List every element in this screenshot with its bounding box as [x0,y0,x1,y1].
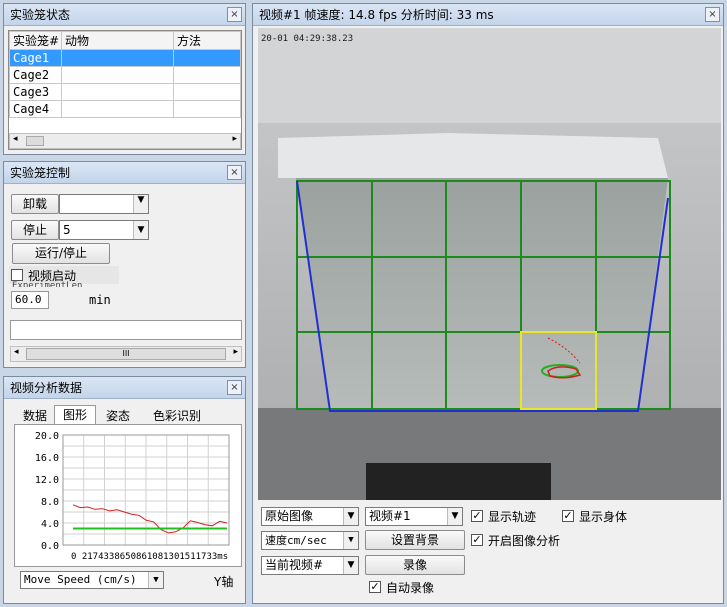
speed-unit-select[interactable]: 速度cm/sec ▼ [261,531,359,550]
close-icon[interactable]: × [227,7,242,22]
col-method[interactable]: 方法 [173,31,241,50]
speed-chart: 20.0 16.0 12.0 8.0 4.0 0.0 0 21743386508610813… [35,431,230,562]
show-track-label: 显示轨迹 [488,510,537,524]
table-row[interactable]: Cage3 [9,83,241,101]
y-tick-label: 12.0 [35,475,59,486]
show-body-label: 显示身体 [579,510,628,524]
cage-control-title-text: 实验笼控制 [10,166,71,180]
video-scene: 20-01 04:29:38.23 [258,28,721,500]
cage-control-title: 实验笼控制 × [4,162,245,184]
y-axis-label: Y轴 [214,575,234,589]
auto-record-checkbox[interactable]: ✓ [369,581,381,593]
enable-analysis-label: 开启图像分析 [488,534,561,548]
y-tick-label: 16.0 [35,453,59,464]
y-tick-label: 4.0 [41,519,59,530]
video-panel: 视频#1 帧速度: 14.8 fps 分析时间: 33 ms × 20-01 0… [252,3,724,604]
chevron-down-icon[interactable]: ▼ [343,532,358,549]
duration-unit: min [89,293,111,307]
current-video-value: 当前视频# [265,558,324,572]
video-frame[interactable]: 20-01 04:29:38.23 [258,28,721,500]
scroll-thumb[interactable]: III [26,348,226,360]
y-tick-label: 0.0 [41,541,59,552]
scroll-left-icon[interactable]: ◂ [13,134,18,144]
video-timestamp: 20-01 04:29:38.23 [261,34,353,44]
image-mode-value: 原始图像 [265,509,314,523]
table-row[interactable]: Cage2 [9,66,241,84]
scroll-right-icon[interactable]: ▸ [233,347,238,357]
metric-select[interactable]: Move Speed (cm/s) ▼ [20,571,164,589]
analysis-data-panel: 视频分析数据 × 数据 图形 姿态 色彩识别 20.0 16.0 12.0 8.0 4.0… [3,376,246,604]
scroll-left-icon[interactable]: ◂ [14,347,19,357]
auto-record-label: 自动录像 [386,581,435,595]
x-tick-labels: 0 2174338650861081301511733ms [71,552,228,562]
cage-status-title-text: 实验笼状态 [10,8,71,22]
chevron-down-icon[interactable]: ▼ [133,221,148,239]
col-animal[interactable]: 动物 [61,31,174,50]
y-tick-label: 8.0 [41,497,59,508]
metric-select-value: Move Speed (cm/s) [24,573,137,586]
horizontal-scrollbar[interactable]: ◂ ▸ [9,133,241,149]
table-row[interactable]: Cage4 [9,100,241,118]
record-button[interactable]: 录像 [365,555,465,575]
stop-button[interactable]: 停止 [11,220,59,240]
current-video-select[interactable]: 当前视频# ▼ [261,556,359,575]
analysis-data-title: 视频分析数据 × [4,377,245,399]
cage-control-panel: 实验笼控制 × 卸载 ▼ 停止 5 ▼ 运行/停止 视频启动 ExperimentL… [3,161,246,368]
scroll-thumb[interactable] [26,136,44,146]
video-title: 视频#1 帧速度: 14.8 fps 分析时间: 33 ms × [253,4,723,26]
chevron-down-icon[interactable]: ▼ [447,508,462,525]
show-body-checkbox[interactable]: ✓ [562,510,574,522]
run-stop-button[interactable]: 运行/停止 [12,243,110,264]
video-select-value: 视频#1 [369,509,411,523]
close-icon[interactable]: × [227,380,242,395]
horizontal-scrollbar[interactable]: ◂ III ▸ [10,346,242,362]
cage-table-container: 实验笼# 动物 方法 Cage1 Cage2 Cage3 Cage4 ◂ ▸ [8,30,242,150]
scroll-right-icon[interactable]: ▸ [232,134,237,144]
cage-name: Cage1 [9,49,62,67]
chevron-down-icon[interactable]: ▼ [133,195,148,213]
set-background-button[interactable]: 设置背景 [365,530,465,550]
chart-area: 20.0 16.0 12.0 8.0 4.0 0.0 0 21743386508610813… [14,424,242,567]
cage-status-panel: 实验笼状态 × 实验笼# 动物 方法 Cage1 Cage2 Cage3 Cage… [3,3,246,155]
tab-posture[interactable]: 姿态 [98,407,138,424]
tab-graph[interactable]: 图形 [54,405,96,425]
experiment-length-label: ExperimentLen [12,281,83,287]
cage-name: Cage2 [9,66,62,84]
image-mode-select[interactable]: 原始图像 ▼ [261,507,359,526]
y-tick-label: 20.0 [35,431,59,442]
col-cage[interactable]: 实验笼# [9,31,62,50]
cage-name: Cage3 [9,83,62,101]
tab-color-recognition[interactable]: 色彩识别 [142,407,212,424]
show-track-checkbox[interactable]: ✓ [471,510,483,522]
chevron-down-icon[interactable]: ▼ [148,572,163,588]
duration-input[interactable]: 60.0 [11,291,49,309]
video-select[interactable]: 视频#1 ▼ [365,507,463,526]
chevron-down-icon[interactable]: ▼ [343,508,358,525]
close-icon[interactable]: × [705,7,720,22]
tab-data[interactable]: 数据 [16,407,54,424]
close-icon[interactable]: × [227,165,242,180]
unload-button[interactable]: 卸载 [11,194,59,214]
speed-unit-value: 速度cm/sec [265,534,327,547]
stop-combo[interactable]: 5 ▼ [59,220,149,240]
stop-combo-value: 5 [63,223,71,237]
chevron-down-icon[interactable]: ▼ [343,557,358,574]
cage-name: Cage4 [9,100,62,118]
enable-analysis-checkbox[interactable]: ✓ [471,534,483,546]
cage-status-title: 实验笼状态 × [4,4,245,26]
control-text-area[interactable] [10,320,242,340]
video-start-checkbox[interactable] [11,269,23,281]
unload-combo[interactable]: ▼ [59,194,149,214]
cage-table: 实验笼# 动物 方法 Cage1 Cage2 Cage3 Cage4 [9,31,241,118]
analysis-data-title-text: 视频分析数据 [10,381,83,395]
video-title-text: 视频#1 帧速度: 14.8 fps 分析时间: 33 ms [259,8,494,22]
table-row[interactable]: Cage1 [9,49,241,67]
